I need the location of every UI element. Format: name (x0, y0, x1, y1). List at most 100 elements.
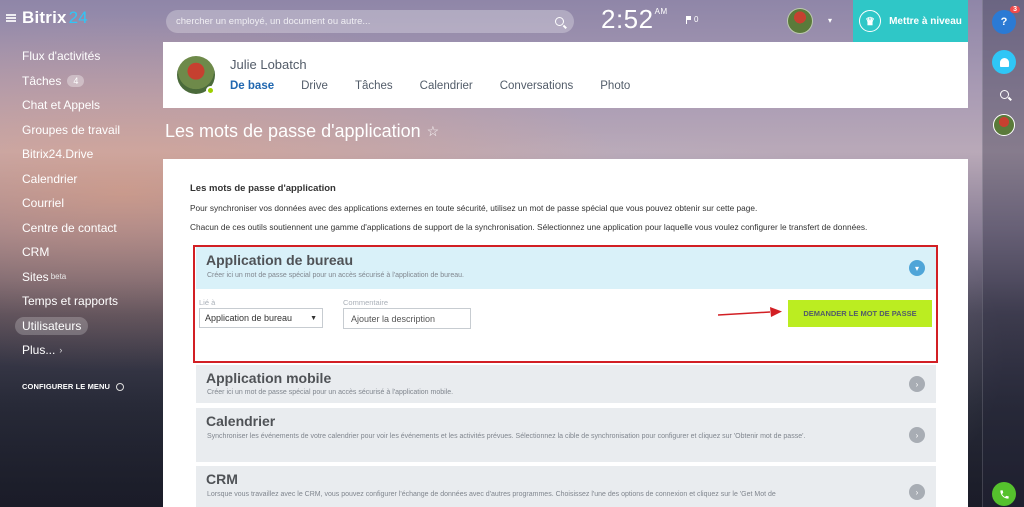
sidebar-item-groupes[interactable]: Groupes de travail (0, 118, 160, 143)
sidebar-item-crm[interactable]: CRM (0, 240, 160, 265)
comment-label: Commentaire (343, 298, 389, 307)
red-arrow-annotation (718, 307, 782, 317)
section-description: Pour synchroniser vos données avec des a… (190, 203, 758, 213)
beta-tag: beta (50, 272, 67, 282)
sidebar-item-label: Centre de contact (22, 220, 117, 235)
profile-name: Julie Lobatch (230, 57, 307, 72)
configure-menu-label: CONFIGURER LE MENU (22, 382, 111, 391)
star-icon[interactable]: ☆ (427, 123, 440, 140)
accordion-subtitle: Synchroniser les événements de votre cal… (207, 433, 806, 440)
sidebar-item-label: Utilisateurs (15, 316, 89, 335)
chevron-down-icon[interactable]: ▾ (828, 16, 832, 25)
sidebar-item-label: Flux d'activités (22, 49, 101, 64)
sidebar-item-label: Plus... (22, 343, 56, 358)
rail-search-button[interactable] (992, 82, 1016, 106)
page-title-text: Les mots de passe d'application (165, 121, 421, 141)
clock[interactable]: 2:52AM (601, 4, 668, 35)
caret-down-icon: ▼ (310, 314, 317, 322)
chevron-right-icon: › (59, 345, 63, 356)
sidebar-item-label: Courriel (22, 196, 65, 211)
sidebar-item-taches[interactable]: Tâches 4 (0, 69, 160, 94)
logo-row: Bitrix 24 (6, 8, 88, 28)
chevron-right-icon[interactable]: › (909, 376, 925, 392)
tab-taches[interactable]: Tâches (355, 80, 393, 92)
configure-menu-button[interactable]: CONFIGURER LE MENU (22, 382, 125, 391)
help-button[interactable]: ? 3 (992, 6, 1020, 34)
crown-icon: ♛ (859, 10, 882, 32)
flag-icon (686, 15, 691, 24)
sidebar-item-flux[interactable]: Flux d'activités (0, 44, 160, 69)
request-password-button[interactable]: DEMANDER LE MOT DE PASSE (788, 300, 932, 327)
chevron-down-icon[interactable]: ▾ (909, 260, 925, 276)
gear-icon (116, 382, 125, 391)
profile-tabs: De base Drive Tâches Calendrier Conversa… (230, 80, 657, 92)
clock-ampm: AM (654, 7, 668, 16)
sidebar-item-utilisateurs[interactable]: Utilisateurs (0, 314, 160, 339)
linked-to-label: Lié à (199, 298, 216, 307)
tab-calendrier[interactable]: Calendrier (420, 80, 473, 92)
user-avatar[interactable] (787, 8, 813, 34)
sidebar-item-label: Bitrix24.Drive (22, 147, 94, 162)
sidebar-item-label: Groupes de travail (22, 122, 121, 137)
rail-contact-avatar[interactable] (993, 114, 1015, 136)
accordion-desktop-header[interactable]: Application de bureau Créer ici un mot d… (196, 247, 936, 289)
global-search (166, 10, 574, 33)
accordion-title: Application de bureau (206, 252, 354, 268)
sidebar-item-chat[interactable]: Chat et Appels (0, 93, 160, 118)
sidebar-item-label: Calendrier (22, 171, 78, 186)
app-logo[interactable]: Bitrix 24 (22, 8, 88, 28)
upgrade-button[interactable]: ♛ Mettre à niveau (853, 0, 968, 42)
left-sidebar: Bitrix 24 Flux d'activités Tâches 4 Chat e… (0, 0, 160, 507)
application-select[interactable]: Application de bureau ▼ (199, 308, 323, 328)
accordion-subtitle: Créer ici un mot de passe spécial pour u… (207, 389, 454, 396)
tab-drive[interactable]: Drive (301, 80, 328, 92)
notifications-button[interactable] (992, 50, 1016, 74)
section-instructions: Chacun de ces outils soutiennent une gam… (190, 222, 868, 232)
help-icon: ? (1000, 16, 1008, 28)
phone-icon (999, 489, 1009, 499)
main-card: Les mots de passe d'application Pour syn… (163, 159, 968, 507)
section-title: Les mots de passe d'application (190, 183, 336, 194)
online-status-icon (206, 86, 215, 95)
accordion-subtitle: Lorsque vous travaillez avec le CRM, vou… (207, 491, 776, 498)
sidebar-item-temps[interactable]: Temps et rapports (0, 289, 160, 314)
accordion-mobile-app[interactable]: Application mobile Créer ici un mot de p… (196, 365, 936, 403)
right-rail: ? 3 (982, 0, 1024, 507)
logo-text: Bitrix (22, 8, 67, 27)
chevron-right-icon[interactable]: › (909, 484, 925, 500)
tasks-counter-badge: 4 (67, 74, 85, 87)
sidebar-item-calendrier[interactable]: Calendrier (0, 167, 160, 192)
search-input[interactable] (176, 16, 555, 27)
sidebar-item-label: Temps et rapports (22, 294, 119, 309)
sidebar-item-contact-center[interactable]: Centre de contact (0, 216, 160, 241)
sidebar-item-courriel[interactable]: Courriel (0, 191, 160, 216)
help-badge: 3 (1010, 6, 1020, 13)
sidebar-menu: Flux d'activités Tâches 4 Chat et Appels … (0, 44, 160, 363)
sidebar-item-label: Chat et Appels (22, 98, 101, 113)
accordion-crm[interactable]: CRM Lorsque vous travaillez avec le CRM,… (196, 466, 936, 507)
accordion-title: CRM (206, 471, 238, 487)
tab-conversations[interactable]: Conversations (500, 80, 574, 92)
flag-counter[interactable]: 0 (686, 15, 698, 24)
comment-input[interactable] (343, 308, 471, 329)
accordion-calendar[interactable]: Calendrier Synchroniser les événements d… (196, 408, 936, 462)
profile-header: Julie Lobatch De base Drive Tâches Calen… (163, 42, 968, 108)
flag-count: 0 (694, 15, 699, 24)
chevron-right-icon[interactable]: › (909, 427, 925, 443)
bell-icon (999, 57, 1009, 67)
sidebar-item-sites[interactable]: Sites beta (0, 265, 160, 290)
tab-de-base[interactable]: De base (230, 80, 274, 92)
sidebar-item-label: Tâches (22, 73, 62, 88)
accordion-subtitle: Créer ici un mot de passe spécial pour u… (207, 272, 464, 279)
accordion-title: Application mobile (206, 370, 332, 386)
sidebar-item-drive[interactable]: Bitrix24.Drive (0, 142, 160, 167)
menu-hamburger-icon[interactable] (6, 14, 16, 22)
select-value: Application de bureau (205, 313, 293, 323)
search-icon[interactable] (555, 17, 564, 26)
sidebar-item-plus[interactable]: Plus... › (0, 338, 160, 363)
phone-button[interactable] (992, 482, 1016, 506)
upgrade-label: Mettre à niveau (889, 15, 962, 27)
sidebar-item-label: Sites (22, 269, 49, 284)
tab-photo[interactable]: Photo (600, 80, 630, 92)
logo-number: 24 (68, 8, 88, 27)
